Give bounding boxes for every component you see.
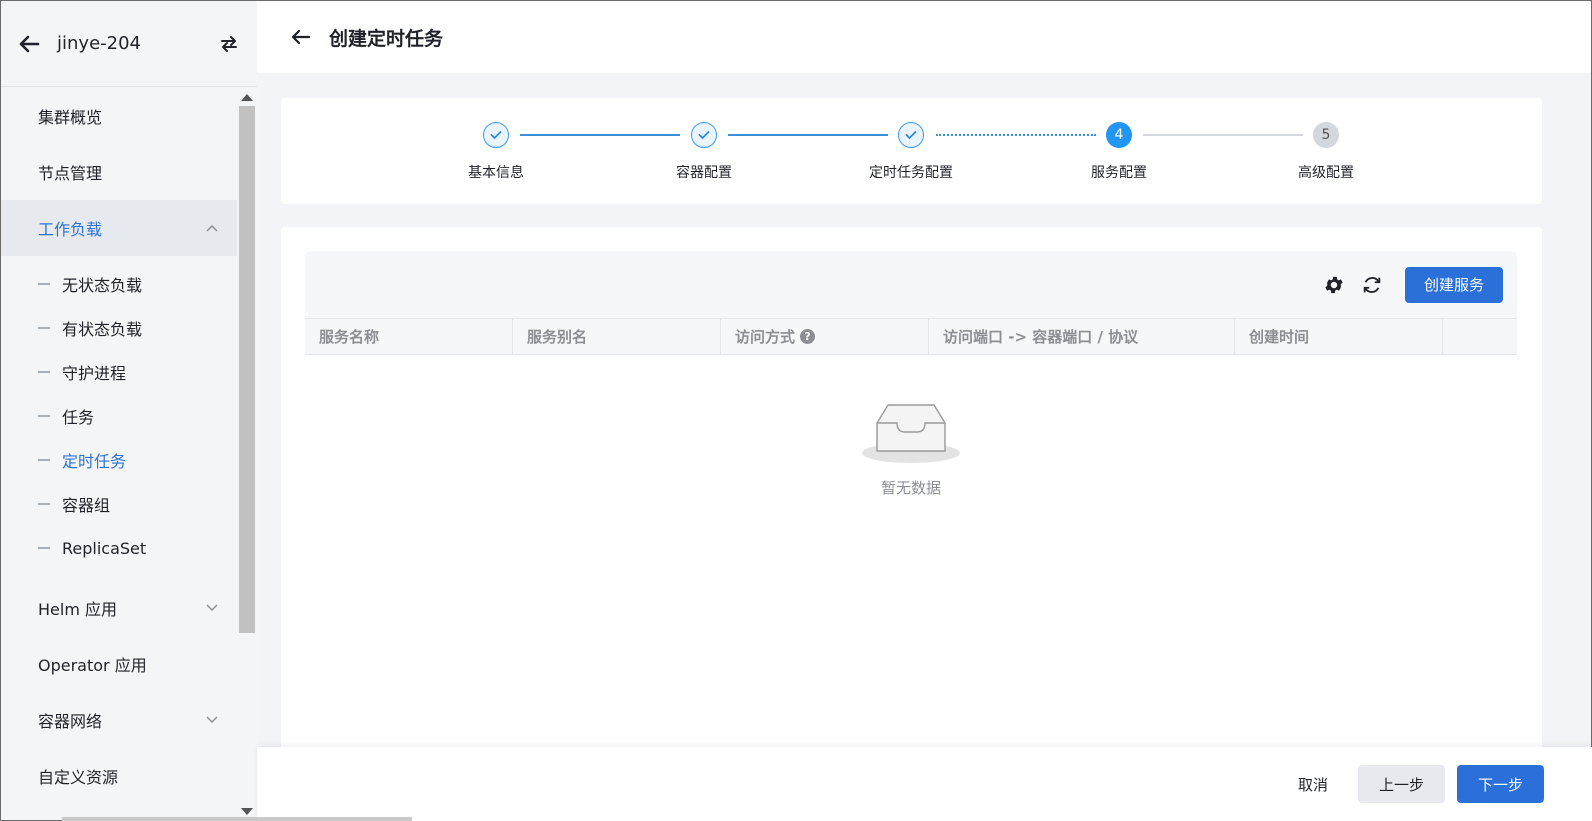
sidebar-item-label: 自定义资源 [38, 768, 119, 787]
column-header-service-name[interactable]: 服务名称 [305, 319, 513, 354]
sidebar-subitem-label: 无状态负载 [62, 276, 143, 295]
sidebar: jinye-204 集群概览 节点管理 工作负载 无状态负载 有状态负载 守护进… [0, 0, 257, 821]
dash-icon [38, 503, 50, 505]
settings-gear-icon[interactable] [1321, 272, 1347, 298]
cancel-button[interactable]: 取消 [1298, 774, 1328, 795]
sidebar-item-node-management[interactable]: 节点管理 [1, 144, 237, 200]
column-header-service-alias[interactable]: 服务别名 [513, 319, 721, 354]
chevron-down-icon [205, 713, 219, 727]
check-icon [898, 122, 924, 148]
column-label: 服务名称 [319, 328, 380, 346]
step-label: 基本信息 [468, 165, 524, 181]
step-cronjob-config: 定时任务配置 [851, 122, 971, 182]
sidebar-subitem-label: 有状态负载 [62, 320, 143, 339]
main-area: 创建定时任务 基本信息 容器配置 定时任务配置 4 服务配置 5 高级配置 创建… [257, 0, 1592, 821]
sidebar-item-helm-apps[interactable]: Helm 应用 [1, 580, 237, 636]
horizontal-scrollbar[interactable] [62, 817, 412, 821]
sidebar-item-cluster-overview[interactable]: 集群概览 [1, 88, 237, 144]
table-toolbar: 创建服务 [305, 251, 1517, 318]
scroll-up-icon[interactable] [241, 94, 253, 101]
dash-icon [38, 547, 50, 549]
page-title: 创建定时任务 [329, 27, 444, 50]
sidebar-item-custom-resources[interactable]: 自定义资源 [1, 748, 237, 804]
dash-icon [38, 283, 50, 285]
page-header: 创建定时任务 [257, 1, 1591, 73]
column-label: 创建时间 [1249, 328, 1310, 346]
back-arrow-icon[interactable] [289, 25, 313, 49]
next-step-button[interactable]: 下一步 [1457, 765, 1544, 803]
empty-state-text: 暂无数据 [880, 479, 941, 497]
dash-icon [38, 371, 50, 373]
sidebar-item-label: 集群概览 [38, 108, 103, 127]
help-icon[interactable]: ? [800, 329, 816, 344]
sidebar-subitem-statefulsets[interactable]: 有状态负载 [1, 306, 237, 350]
step-label: 容器配置 [676, 165, 732, 181]
step-basic-info: 基本信息 [436, 122, 556, 182]
services-table: 创建服务 服务名称 服务别名 访问方式? 访问端口 -> 容器端口 / 协议 创… [305, 251, 1517, 767]
column-label: 服务别名 [527, 328, 588, 346]
sidebar-subitem-cronjobs[interactable]: 定时任务 [1, 438, 237, 482]
empty-inbox-icon [861, 401, 961, 465]
sidebar-subitem-label: 任务 [62, 408, 95, 427]
column-header-access-method[interactable]: 访问方式? [721, 319, 929, 354]
sidebar-subitem-daemonsets[interactable]: 守护进程 [1, 350, 237, 394]
step-label: 高级配置 [1298, 165, 1354, 181]
sidebar-item-label: 工作负载 [38, 220, 103, 239]
sidebar-subitem-jobs[interactable]: 任务 [1, 394, 237, 438]
sidebar-menu: 集群概览 节点管理 工作负载 无状态负载 有状态负载 守护进程 任务 定时任务 … [1, 88, 237, 820]
dash-icon [38, 415, 50, 417]
sidebar-item-label: Helm 应用 [38, 600, 117, 619]
sidebar-item-container-network[interactable]: 容器网络 [1, 692, 237, 748]
table-header: 服务名称 服务别名 访问方式? 访问端口 -> 容器端口 / 协议 创建时间 [305, 318, 1517, 355]
step-label: 服务配置 [1091, 165, 1147, 181]
workloads-submenu: 无状态负载 有状态负载 守护进程 任务 定时任务 容器组 ReplicaSet [1, 256, 237, 580]
chevron-down-icon [205, 601, 219, 615]
dash-icon [38, 459, 50, 461]
scroll-down-icon[interactable] [241, 808, 253, 815]
sidebar-subitem-deployments[interactable]: 无状态负载 [1, 262, 237, 306]
wizard-footer: 取消 上一步 下一步 [257, 747, 1592, 821]
column-label: 访问端口 -> 容器端口 / 协议 [943, 328, 1139, 346]
wizard-steps: 基本信息 容器配置 定时任务配置 4 服务配置 5 高级配置 [281, 98, 1542, 204]
back-arrow-icon[interactable] [17, 32, 41, 56]
sidebar-item-workloads[interactable]: 工作负载 [1, 200, 237, 256]
step-container-config: 容器配置 [644, 122, 764, 182]
check-icon [483, 122, 509, 148]
step-number: 4 [1106, 122, 1132, 148]
sidebar-scrollbar[interactable] [237, 88, 257, 821]
previous-step-button[interactable]: 上一步 [1358, 765, 1445, 803]
service-config-card: 创建服务 服务名称 服务别名 访问方式? 访问端口 -> 容器端口 / 协议 创… [281, 227, 1542, 767]
column-header-created-time[interactable]: 创建时间 [1235, 319, 1443, 354]
step-service-config: 4 服务配置 [1059, 122, 1179, 182]
sidebar-item-label: 节点管理 [38, 164, 103, 183]
column-label: 访问方式 [735, 328, 796, 346]
refresh-icon[interactable] [1359, 272, 1385, 298]
switch-cluster-icon[interactable] [217, 32, 241, 56]
sidebar-subitem-replicasets[interactable]: ReplicaSet [1, 526, 237, 570]
step-advanced-config: 5 高级配置 [1266, 122, 1386, 182]
sidebar-item-label: Operator 应用 [38, 656, 147, 675]
column-header-actions [1443, 319, 1517, 354]
cluster-name: jinye-204 [57, 33, 141, 54]
step-number: 5 [1313, 122, 1339, 148]
sidebar-subitem-pods[interactable]: 容器组 [1, 482, 237, 526]
sidebar-item-operator-apps[interactable]: Operator 应用 [1, 636, 237, 692]
sidebar-subitem-label: 容器组 [62, 496, 111, 515]
dash-icon [38, 327, 50, 329]
sidebar-header: jinye-204 [1, 1, 257, 87]
step-label: 定时任务配置 [869, 165, 953, 181]
create-service-button[interactable]: 创建服务 [1404, 266, 1503, 303]
scrollbar-thumb[interactable] [239, 106, 255, 633]
sidebar-item-label: 容器网络 [38, 712, 103, 731]
column-header-ports[interactable]: 访问端口 -> 容器端口 / 协议 [929, 319, 1235, 354]
empty-state: 暂无数据 [305, 401, 1517, 498]
sidebar-subitem-label: 守护进程 [62, 364, 127, 383]
chevron-up-icon [205, 221, 219, 235]
sidebar-subitem-label: 定时任务 [62, 452, 127, 471]
sidebar-subitem-label: ReplicaSet [62, 538, 147, 558]
check-icon [691, 122, 717, 148]
